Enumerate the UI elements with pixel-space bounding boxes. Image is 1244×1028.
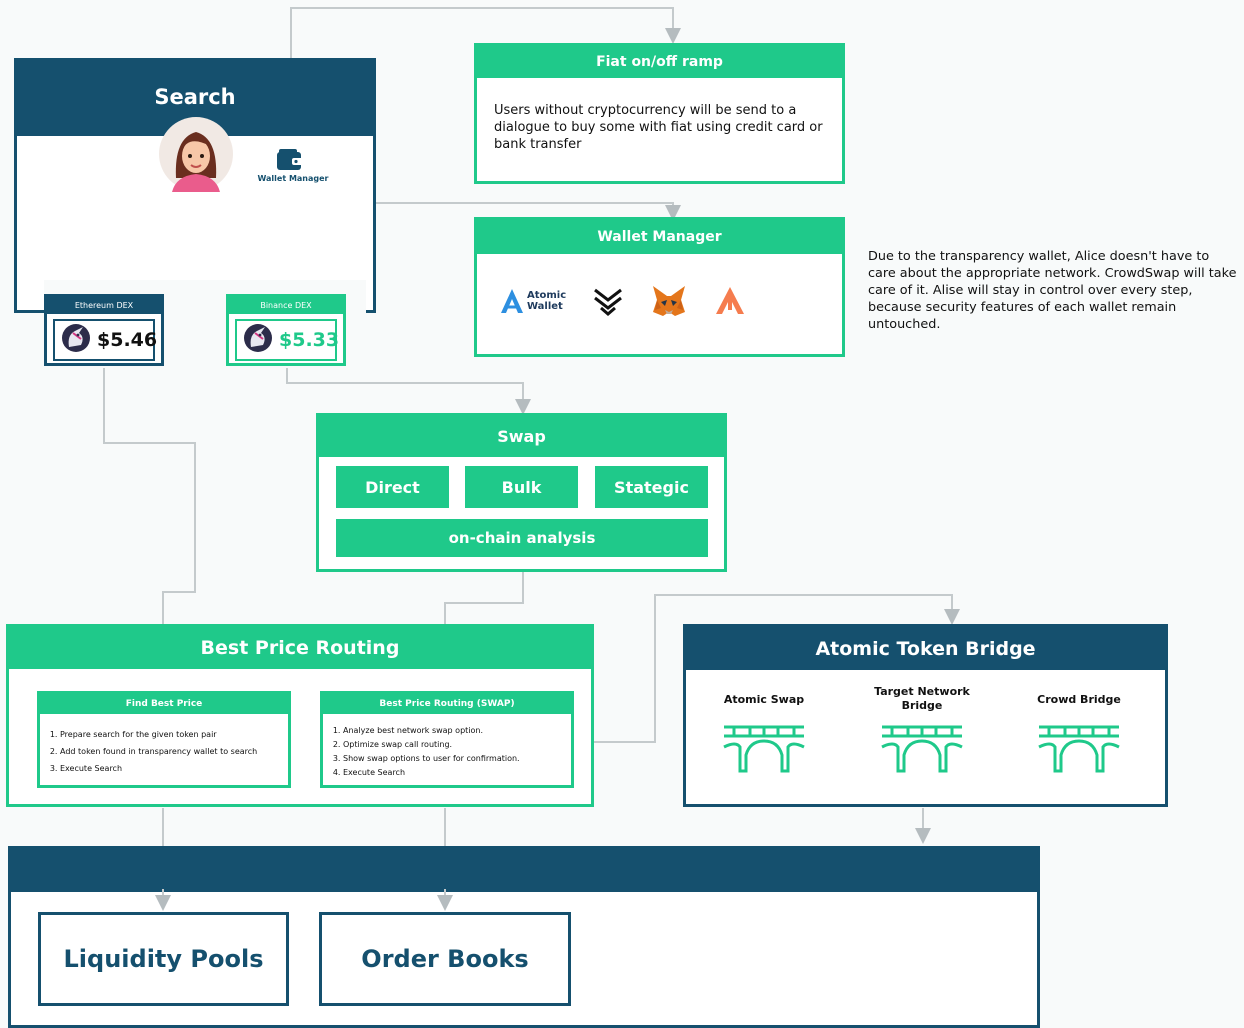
bottom-arrows — [155, 889, 453, 911]
liquidity-pools-box[interactable]: Liquidity Pools — [38, 912, 289, 1006]
order-books-box[interactable]: Order Books — [319, 912, 571, 1006]
